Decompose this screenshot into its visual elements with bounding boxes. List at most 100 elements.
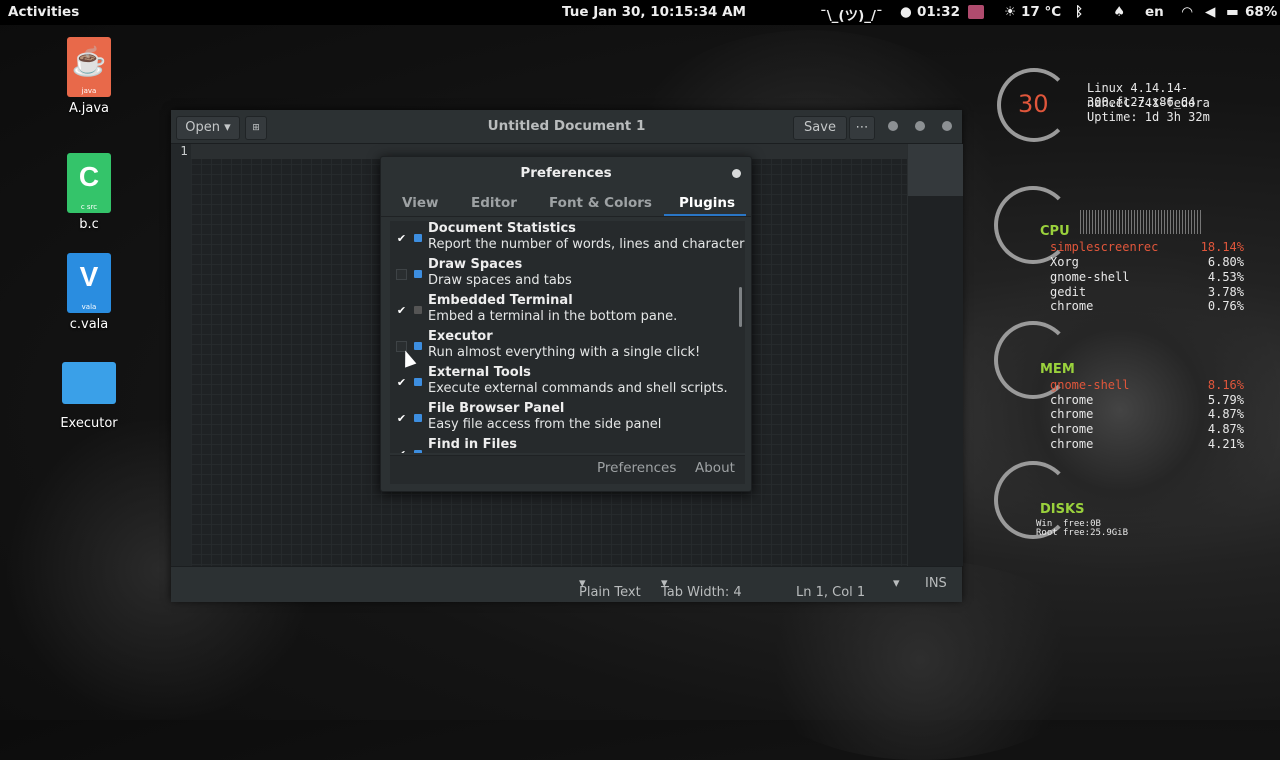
cpu-percent: 6.80%: [1207, 255, 1244, 269]
cpu-process: Xorg: [1050, 255, 1079, 269]
tab-width-selector[interactable]: Tab Width: 4 ▾: [661, 576, 742, 600]
scrollbar[interactable]: [739, 287, 742, 327]
status-bar: Plain Text ▾ Tab Width: 4 ▾ Ln 1, Col 1 …: [171, 566, 962, 602]
close-icon[interactable]: [942, 121, 952, 131]
desktop-file-b-c[interactable]: C c src b.c: [49, 153, 129, 232]
language-selector[interactable]: Plain Text ▾: [579, 576, 641, 600]
list-item[interactable]: ✔ Embedded Terminal Embed a terminal in …: [390, 293, 745, 329]
list-item[interactable]: ✔ Document Statistics Report the number …: [390, 221, 745, 257]
plugin-list: ✔ Document Statistics Report the number …: [390, 221, 745, 453]
plugin-icon: [414, 234, 422, 242]
clock[interactable]: Tue Jan 30, 10:15:34 AM: [562, 4, 746, 20]
checkbox-checked[interactable]: ✔: [396, 305, 407, 316]
timer-icon[interactable]: ●: [900, 4, 912, 20]
cpu-percent: 0.76%: [1207, 299, 1244, 313]
record-icon[interactable]: [968, 5, 984, 19]
plugin-name: Executor: [428, 329, 493, 344]
minimize-icon[interactable]: [888, 121, 898, 131]
plugin-name: External Tools: [428, 365, 531, 380]
keyboard-layout[interactable]: en: [1145, 4, 1164, 20]
plugin-icon: [414, 450, 422, 453]
terminal-icon: [414, 306, 422, 314]
menu-icon[interactable]: ⋯: [849, 116, 875, 140]
checkbox-checked[interactable]: ✔: [396, 377, 407, 388]
dialog-title: Preferences: [520, 165, 612, 181]
shrug-indicator[interactable]: ¯\_(ツ)_/¯: [820, 4, 883, 24]
mem-process: chrome: [1050, 407, 1094, 421]
desktop-folder-executor[interactable]: Executor: [49, 362, 129, 431]
folder-icon: [62, 362, 116, 404]
java-file-icon: ☕ java: [67, 37, 111, 97]
mem-percent: 5.79%: [1207, 393, 1244, 407]
timer-value[interactable]: 01:32: [917, 4, 960, 20]
desktop-file-c-vala[interactable]: V vala c.vala: [49, 253, 129, 332]
cpu-process: chrome: [1050, 299, 1094, 313]
volume-icon[interactable]: ◀: [1205, 4, 1215, 20]
desktop-file-a-java[interactable]: ☕ java A.java: [49, 37, 129, 116]
plugin-description: Run almost everything with a single clic…: [428, 345, 701, 360]
insert-mode: INS: [925, 576, 947, 591]
bluetooth-icon[interactable]: ᛒ: [1075, 4, 1083, 20]
list-item[interactable]: ✔ External Tools Execute external comman…: [390, 365, 745, 401]
list-item[interactable]: ✔ Find in Files: [390, 437, 745, 453]
cpu-percent: 3.78%: [1207, 285, 1244, 299]
plugin-name: Draw Spaces: [428, 257, 523, 272]
weather-value[interactable]: 17 °C: [1021, 4, 1061, 20]
cpu-graph: [1080, 210, 1202, 234]
wifi-icon[interactable]: ◠: [1182, 4, 1192, 20]
checkbox-checked[interactable]: ✔: [396, 413, 407, 424]
plugin-description: Draw spaces and tabs: [428, 273, 572, 288]
minimap-viewport[interactable]: [908, 144, 963, 196]
plugin-description: Embed a terminal in the bottom pane.: [428, 309, 678, 324]
cpu-percent: 18.14%: [1200, 240, 1244, 254]
notification-icon[interactable]: ♠: [1113, 4, 1125, 20]
tab-bar: View Editor Font & Colors Plugins: [381, 190, 751, 217]
disks-ring: [994, 461, 1072, 539]
position-dropdown-icon[interactable]: ▾: [893, 576, 900, 591]
tab-editor[interactable]: Editor: [471, 195, 517, 211]
active-tab-indicator: [664, 214, 746, 216]
mem-percent: 4.87%: [1207, 422, 1244, 436]
tab-view[interactable]: View: [402, 195, 438, 211]
mem-percent: 8.16%: [1207, 378, 1244, 392]
plugin-icon: [414, 378, 422, 386]
mem-process: chrome: [1050, 437, 1094, 451]
tab-font-colors[interactable]: Font & Colors: [549, 195, 652, 211]
mem-process: gnome-shell: [1050, 378, 1130, 392]
maximize-icon[interactable]: [915, 121, 925, 131]
header-bar: Open ▾ ⊞ Untitled Document 1 Save ⋯: [171, 110, 962, 144]
minimap[interactable]: [907, 144, 963, 566]
close-icon[interactable]: [732, 169, 741, 178]
plugin-preferences-button[interactable]: Preferences: [597, 460, 676, 476]
plugin-description: Report the number of words, lines and ch…: [428, 237, 745, 252]
cpu-label: CPU: [1040, 224, 1070, 239]
checkbox-checked[interactable]: ✔: [396, 233, 407, 244]
plugin-icon: [414, 270, 422, 278]
plugin-icon: [414, 342, 422, 350]
desktop-file-label: Executor: [60, 416, 118, 431]
plugin-about-button[interactable]: About: [695, 460, 735, 476]
mem-percent: 4.87%: [1207, 407, 1244, 421]
folder-icon: [414, 414, 422, 422]
list-item[interactable]: ✔ File Browser Panel Easy file access fr…: [390, 401, 745, 437]
plugin-name: File Browser Panel: [428, 401, 565, 416]
desktop-file-label: b.c: [79, 217, 99, 232]
cpu-percent: 4.53%: [1207, 270, 1244, 284]
checkbox-unchecked[interactable]: [396, 269, 407, 280]
save-button[interactable]: Save: [793, 116, 847, 140]
cpu-process: gnome-shell: [1050, 270, 1130, 284]
battery-value[interactable]: 68%: [1245, 4, 1277, 20]
cpu-process: gedit: [1050, 285, 1087, 299]
list-item[interactable]: Executor Run almost everything with a si…: [390, 329, 745, 365]
uptime: Uptime: 1d 3h 32m: [1087, 110, 1210, 124]
tab-plugins[interactable]: Plugins: [679, 195, 735, 211]
top-bar: Activities Tue Jan 30, 10:15:34 AM ¯\_(ツ…: [0, 0, 1280, 25]
activities-button[interactable]: Activities: [8, 4, 79, 20]
list-item[interactable]: Draw Spaces Draw spaces and tabs: [390, 257, 745, 293]
hostname: naheel-z41-fedora: [1087, 96, 1210, 110]
checkbox-checked[interactable]: ✔: [396, 449, 407, 453]
vala-file-icon: V vala: [67, 253, 111, 313]
disk-root-free: free:25.9GiB: [1063, 528, 1129, 538]
line-number: 1: [180, 144, 188, 158]
battery-icon[interactable]: ▬: [1226, 4, 1239, 20]
